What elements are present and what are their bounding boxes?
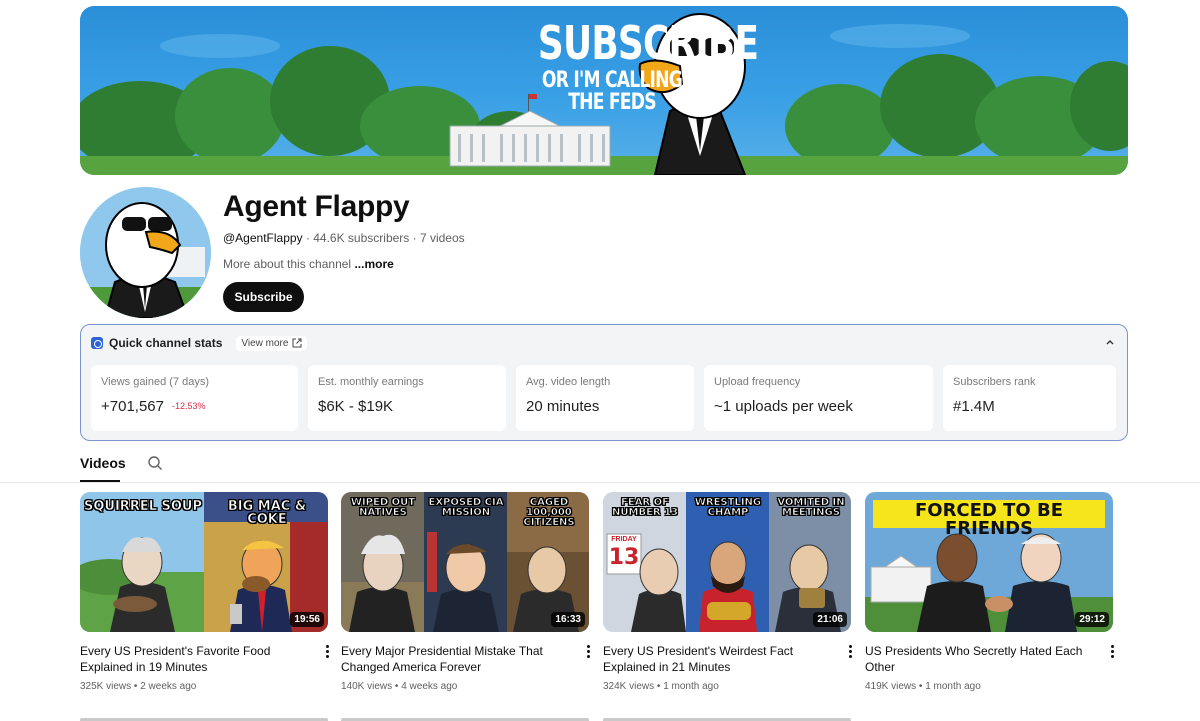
- meta-separator: •: [392, 681, 402, 692]
- stat-label: Views gained (7 days): [101, 376, 210, 388]
- meta-separator: ·: [302, 231, 314, 245]
- channel-avatar[interactable]: [80, 187, 211, 318]
- stat-label: Avg. video length: [526, 376, 611, 388]
- thumbnail-text: FEAR OF NUMBER 13: [612, 497, 679, 519]
- stat-card-earnings: Est. monthly earnings $6K - $19K: [308, 365, 506, 431]
- stat-card-upload-frequency: Upload frequency ~1 uploads per week: [704, 365, 933, 431]
- channel-meta: @AgentFlappy · 44.6K subscribers · 7 vid…: [223, 231, 465, 245]
- video-meta: 419K views • 1 month ago: [865, 681, 1113, 692]
- stat-label: Subscribers rank: [953, 376, 1036, 388]
- eagle-avatar-icon: [80, 187, 211, 318]
- chevron-up-icon[interactable]: [1105, 337, 1115, 347]
- thumbnail-text: WIPED OUT NATIVES: [350, 497, 416, 519]
- video-thumbnail[interactable]: WIPED OUT NATIVES EXPOSED CIA MISSION CA…: [341, 492, 589, 632]
- video-views: 324K views: [603, 681, 655, 692]
- stat-value: +701,567: [101, 398, 164, 415]
- stat-label: Upload frequency: [714, 376, 801, 388]
- video-views: 140K views: [341, 681, 393, 692]
- video-title[interactable]: Every Major Presidential Mistake That Ch…: [341, 643, 573, 675]
- channel-handle: @AgentFlappy: [223, 231, 303, 245]
- banner-slogan: SUBSCRIBE OR I'M CALLING THE FEDS: [517, 16, 759, 115]
- video-card[interactable]: FORCED TO BE FRIENDS 29:12 US Presidents…: [865, 492, 1115, 692]
- stats-extension-icon: [91, 337, 103, 349]
- stat-card-views: Views gained (7 days) +701,567 -12.53%: [91, 365, 298, 431]
- search-icon[interactable]: [147, 455, 163, 471]
- video-thumbnail[interactable]: FORCED TO BE FRIENDS 29:12: [865, 492, 1113, 632]
- thumbnail-text: WRESTLING CHAMP: [694, 497, 762, 519]
- tabs-divider: [0, 482, 1200, 483]
- video-age: 1 month ago: [663, 681, 719, 692]
- more-options-icon[interactable]: [847, 643, 853, 659]
- video-title[interactable]: Every US President's Favorite Food Expla…: [80, 643, 312, 675]
- stat-card-subscribers-rank: Subscribers rank #1.4M: [943, 365, 1116, 431]
- video-age: 4 weeks ago: [401, 681, 458, 692]
- video-meta: 140K views • 4 weeks ago: [341, 681, 589, 692]
- video-age: 2 weeks ago: [140, 681, 197, 692]
- banner-slogan-line1: SUBSCRIBE: [537, 16, 759, 70]
- channel-about-link[interactable]: More about this channel ...more: [223, 257, 394, 271]
- channel-banner: SUBSCRIBE OR I'M CALLING THE FEDS: [80, 6, 1128, 175]
- meta-separator: •: [916, 681, 926, 692]
- video-count: 7 videos: [419, 231, 465, 245]
- video-duration: 16:33: [551, 612, 585, 627]
- video-card[interactable]: SQUIRREL SOUP BIG MAC & COKE 19:56 Every…: [80, 492, 330, 692]
- stat-label: Est. monthly earnings: [318, 376, 424, 388]
- video-card[interactable]: WIPED OUT NATIVES EXPOSED CIA MISSION CA…: [341, 492, 591, 692]
- channel-name: Agent Flappy: [223, 190, 410, 223]
- more-options-icon[interactable]: [1109, 643, 1115, 659]
- meta-separator: •: [131, 681, 141, 692]
- thumbnail-text: FORCED TO BE FRIENDS: [914, 500, 1064, 540]
- calendar-month-text: FRIDAY: [611, 536, 637, 543]
- stat-change: -12.53%: [171, 401, 206, 411]
- more-options-icon[interactable]: [324, 643, 330, 659]
- subscriber-count: 44.6K subscribers: [313, 231, 410, 245]
- video-duration: 19:56: [290, 612, 324, 627]
- stat-card-video-length: Avg. video length 20 minutes: [516, 365, 694, 431]
- video-views: 419K views: [865, 681, 917, 692]
- banner-slogan-line2: OR I'M CALLING THE FEDS: [541, 68, 683, 115]
- stat-value: 20 minutes: [526, 398, 600, 415]
- meta-separator: ·: [409, 231, 420, 245]
- view-more-label: View more: [241, 337, 289, 349]
- thumbnail-text: VOMITED IN MEETINGS: [777, 497, 845, 519]
- calendar-day-text: 13: [608, 545, 640, 570]
- external-link-icon: [292, 338, 302, 348]
- about-label: More about this channel: [223, 257, 352, 271]
- tab-videos[interactable]: Videos: [80, 455, 126, 471]
- video-views: 325K views: [80, 681, 132, 692]
- stats-header: Quick channel stats View more: [91, 335, 308, 351]
- quick-channel-stats: Quick channel stats View more Views gain…: [80, 324, 1128, 441]
- thumbnail-text: SQUIRREL SOUP: [84, 499, 203, 514]
- video-duration: 21:06: [813, 612, 847, 627]
- video-thumbnail[interactable]: FEAR OF NUMBER 13 WRESTLING CHAMP VOMITE…: [603, 492, 851, 632]
- stat-value: $6K - $19K: [318, 398, 394, 415]
- stat-value: #1.4M: [953, 398, 995, 415]
- video-meta: 325K views • 2 weeks ago: [80, 681, 328, 692]
- view-more-button[interactable]: View more: [236, 335, 308, 351]
- subscribe-button[interactable]: Subscribe: [223, 282, 304, 312]
- stats-title: Quick channel stats: [109, 336, 223, 350]
- meta-separator: •: [654, 681, 664, 692]
- video-card[interactable]: FEAR OF NUMBER 13 WRESTLING CHAMP VOMITE…: [603, 492, 853, 692]
- video-title[interactable]: Every US President's Weirdest Fact Expla…: [603, 643, 835, 675]
- stat-value: ~1 uploads per week: [714, 398, 853, 415]
- video-meta: 324K views • 1 month ago: [603, 681, 851, 692]
- video-title[interactable]: US Presidents Who Secretly Hated Each Ot…: [865, 643, 1097, 675]
- thumbnail-text: BIG MAC & COKE: [227, 499, 307, 528]
- video-duration: 29:12: [1075, 612, 1109, 627]
- video-thumbnail[interactable]: SQUIRREL SOUP BIG MAC & COKE 19:56: [80, 492, 328, 632]
- thumbnail-text: EXPOSED CIA MISSION: [428, 497, 504, 519]
- about-more-link[interactable]: ...more: [354, 257, 393, 271]
- thumbnail-text: CAGED 100,000 CITIZENS: [523, 497, 575, 529]
- video-age: 1 month ago: [925, 681, 981, 692]
- more-options-icon[interactable]: [585, 643, 591, 659]
